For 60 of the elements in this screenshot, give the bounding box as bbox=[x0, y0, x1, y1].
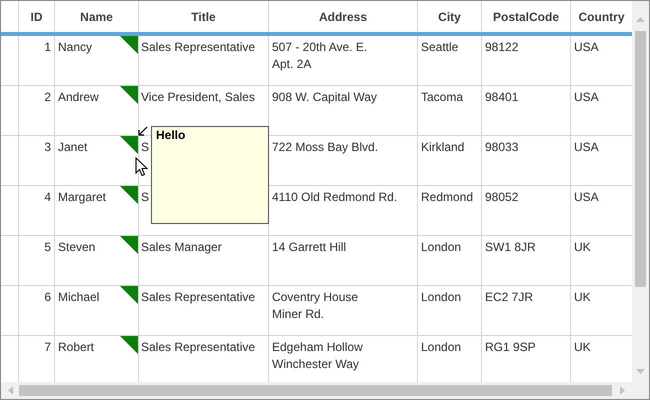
table-cell: SW1 8JR bbox=[485, 240, 536, 254]
table-cell: Sales Representative bbox=[141, 340, 256, 354]
table-cell: UK bbox=[574, 290, 591, 304]
table-cell: S bbox=[141, 190, 150, 204]
table-cell: 3 bbox=[44, 140, 51, 154]
horizontal-scrollbar[interactable] bbox=[1, 382, 632, 399]
table-cell: London bbox=[421, 240, 462, 254]
table-cell: EC2 7JR bbox=[485, 290, 534, 304]
comment-tooltip: Hello bbox=[151, 126, 269, 224]
table-cell: Coventry House Miner Rd. bbox=[272, 290, 358, 321]
cursor-icon bbox=[135, 157, 148, 177]
table-cell: S bbox=[141, 140, 150, 154]
column-header[interactable]: City bbox=[438, 10, 461, 24]
table-cell: USA bbox=[574, 140, 599, 154]
table-cell: RG1 9SP bbox=[485, 340, 536, 354]
table-cell: 98033 bbox=[485, 140, 518, 154]
table-cell: 6 bbox=[44, 290, 51, 304]
table-cell: Kirkland bbox=[421, 140, 464, 154]
table-cell: 7 bbox=[44, 340, 51, 354]
table-cell: Robert bbox=[58, 340, 94, 354]
table-cell: 14 Garrett Hill bbox=[272, 240, 346, 254]
table-cell: 98052 bbox=[485, 190, 518, 204]
table-cell: Edgeham Hollow Winchester Way bbox=[272, 340, 363, 371]
table-cell: USA bbox=[574, 90, 599, 104]
table-cell: 4 bbox=[44, 190, 51, 204]
table-cell: Sales Representative bbox=[141, 290, 256, 304]
table-cell: Vice President, Sales bbox=[141, 90, 255, 104]
table-cell: 908 W. Capital Way bbox=[272, 90, 377, 104]
table-cell: Nancy bbox=[58, 40, 92, 54]
column-header[interactable]: PostalCode bbox=[492, 10, 559, 24]
table-cell: Michael bbox=[58, 290, 100, 304]
table-cell: Margaret bbox=[58, 190, 106, 204]
arrow-icon bbox=[138, 126, 148, 136]
column-header[interactable]: Address bbox=[318, 10, 368, 24]
table-cell: Redmond bbox=[421, 190, 474, 204]
table-cell: 1 bbox=[44, 40, 51, 54]
table-cell: UK bbox=[574, 240, 591, 254]
table-cell: London bbox=[421, 290, 462, 304]
table-cell: 507 - 20th Ave. E. Apt. 2A bbox=[272, 40, 368, 71]
table-cell: USA bbox=[574, 190, 599, 204]
table-cell: London bbox=[421, 340, 462, 354]
table-cell: 98122 bbox=[485, 40, 518, 54]
table-cell: 2 bbox=[44, 90, 51, 104]
column-header[interactable]: Country bbox=[578, 10, 624, 24]
table-cell: Andrew bbox=[58, 90, 99, 104]
column-header[interactable]: ID bbox=[30, 10, 42, 24]
table-cell: 5 bbox=[44, 240, 51, 254]
table-cell: 4110 Old Redmond Rd. bbox=[272, 190, 398, 204]
table-cell: Janet bbox=[58, 140, 88, 154]
table-cell: USA bbox=[574, 40, 599, 54]
table-cell: 722 Moss Bay Blvd. bbox=[272, 140, 378, 154]
table-cell: Sales Manager bbox=[141, 240, 222, 254]
table-cell: Sales Representative bbox=[141, 40, 256, 54]
table-cell: UK bbox=[574, 340, 591, 354]
table-cell: Steven bbox=[58, 240, 96, 254]
table-cell: 98401 bbox=[485, 90, 518, 104]
column-header[interactable]: Name bbox=[80, 10, 113, 24]
table-cell: Tacoma bbox=[421, 90, 464, 104]
column-header[interactable]: Title bbox=[191, 10, 216, 24]
table-cell: Seattle bbox=[421, 40, 458, 54]
